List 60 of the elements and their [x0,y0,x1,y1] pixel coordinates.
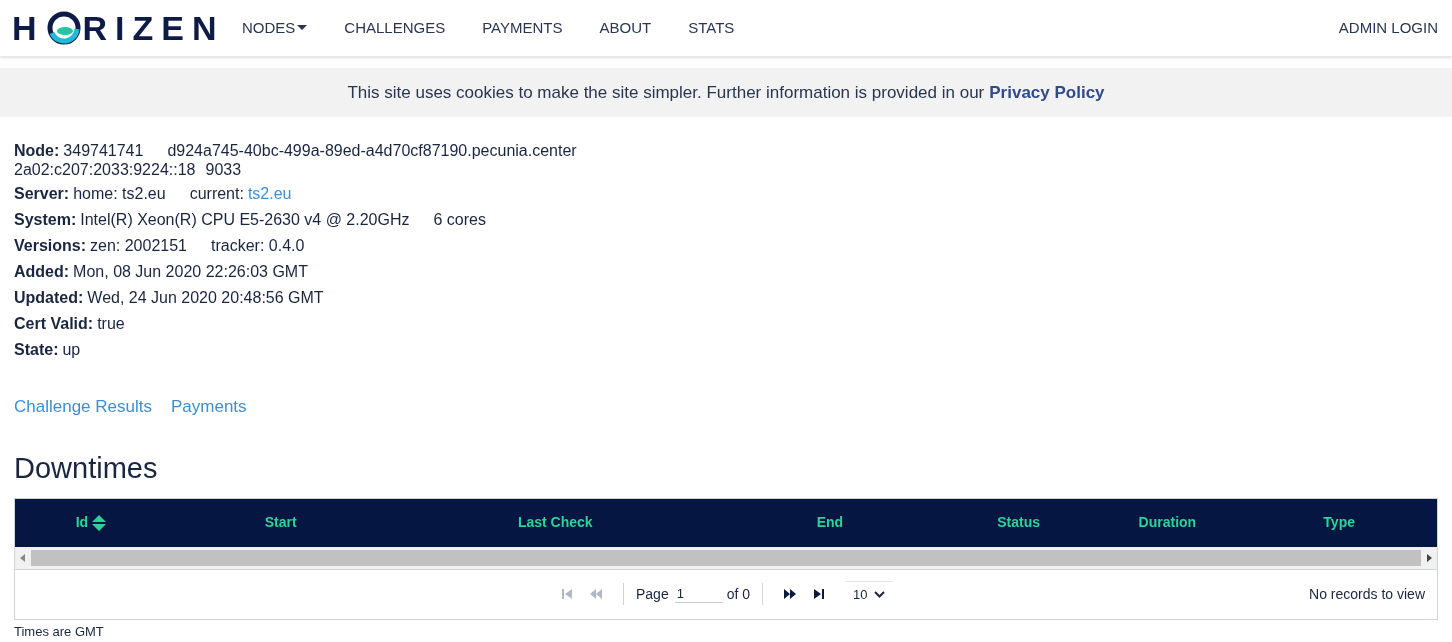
records-info: No records to view [1309,584,1425,604]
tab-link[interactable]: Challenge Results [14,394,152,420]
detail-label: System: [14,210,77,230]
detail-value: 6 cores [433,210,486,230]
horizontal-scrollbar[interactable] [15,546,1437,569]
last-page-icon [813,588,826,600]
server-link[interactable]: ts2.eu [247,184,292,204]
section-heading: Downtimes [14,450,159,486]
detail-label: Added: [14,262,70,282]
column-header[interactable]: End [716,512,944,533]
nav-link[interactable]: CHALLENGES [344,16,446,40]
caret-icon [297,25,308,31]
detail-value: d924a745-40bc-499a-89ed-a4d70cf87190.pecunia.center [167,141,577,161]
cookie-text: This site uses cookies to make the site simpler. Further information is provided in our [347,81,985,104]
next-page-icon [783,588,798,600]
detail-value: current: [189,184,244,204]
detail-label: Cert Valid: [14,314,94,334]
page-size-select[interactable]: 10 [845,580,893,608]
admin-login-link[interactable]: ADMIN LOGIN [1338,16,1438,40]
detail-value: Wed, 24 Jun 2020 20:48:56 GMT [87,288,324,308]
column-header[interactable]: Start [166,512,395,533]
scroll-right-icon [1425,553,1433,562]
horizen-logo[interactable]: H RIZEN [12,2,242,54]
column-header[interactable]: Last Check [394,512,716,533]
column-header[interactable]: Id [15,512,167,533]
detail-value: 349741741 [63,141,144,161]
logo-ring-icon [46,11,81,45]
detail-label: Versions: [14,236,87,256]
page-input[interactable]: 1 [674,585,723,603]
detail-value: home: ts2.eu [73,184,166,204]
tab-link[interactable]: Payments [170,394,247,420]
detail-value: 2a02:c207:2033:9224::18 [14,161,196,178]
scroll-left-icon [19,553,27,562]
detail-value: Mon, 08 Jun 2020 22:26:03 GMT [73,262,308,282]
footnote: Times are GMT [14,622,105,641]
detail-value: zen: 2002151 [90,236,187,256]
column-header[interactable]: Status [943,512,1094,533]
detail-value: up [62,340,81,360]
privacy-policy-link[interactable]: Privacy Policy [989,79,1105,106]
detail-value: Intel(R) Xeon(R) CPU E5-2630 v4 @ 2.20GHz [80,210,410,230]
nav-link[interactable]: NODES [242,16,308,40]
detail-value: true [97,314,125,334]
detail-label: Updated: [14,288,84,308]
chevron-down-icon [873,591,885,598]
page-count: of 0 [726,584,751,604]
detail-label: Node: [14,141,60,161]
nav-link[interactable]: PAYMENTS [482,16,563,40]
detail-value: 9033 [205,161,242,178]
scrollbar-thumb[interactable] [31,549,1421,566]
sort-icon [92,514,107,531]
previous-page-icon [589,588,603,600]
page-label: Page [636,584,669,604]
column-header[interactable]: Duration [1093,512,1242,533]
nav-link[interactable]: ABOUT [599,16,652,40]
nav-link[interactable]: STATS [688,16,735,40]
detail-value: tracker: 0.4.0 [211,236,305,256]
first-page-icon [561,588,573,600]
detail-label: State: [14,340,59,360]
column-header[interactable]: Type [1241,512,1437,533]
detail-label: Server: [14,184,70,204]
